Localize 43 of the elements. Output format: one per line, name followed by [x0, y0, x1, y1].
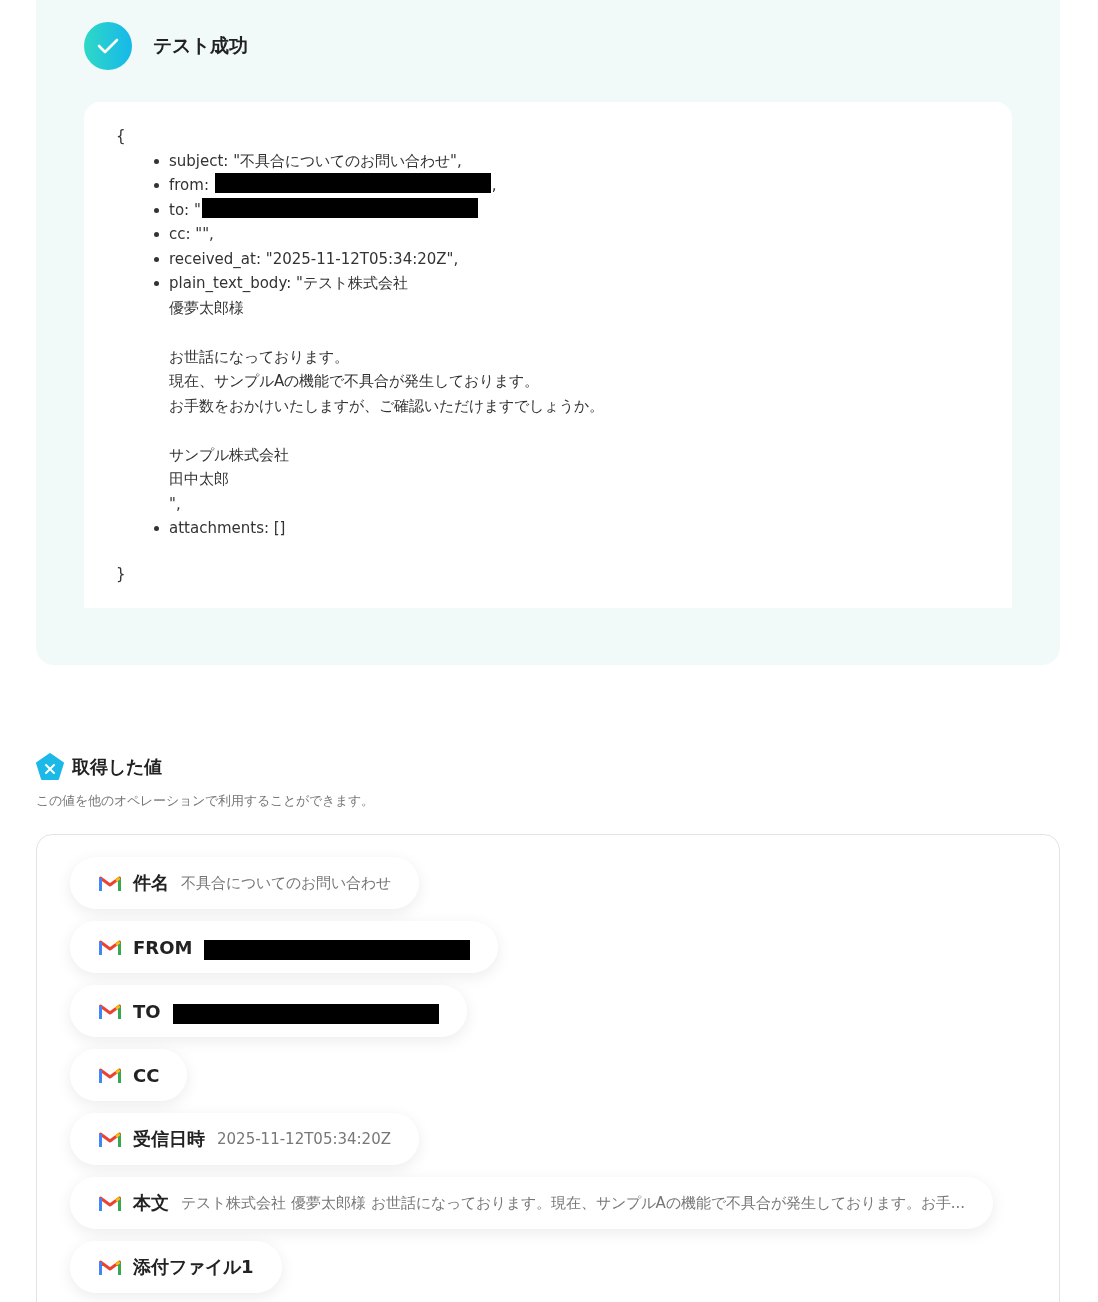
- bullet-icon: [154, 526, 159, 531]
- bullet-icon: [154, 158, 159, 164]
- value-chip[interactable]: 本文 テスト株式会社 優夢太郎様 お世話になっております。現在、サンプルAの機能で不具合が発生しております。お手...: [70, 1177, 994, 1229]
- gmail-icon: [99, 1003, 121, 1019]
- bullet-icon: [154, 256, 159, 262]
- code-line: お世話になっております。: [169, 346, 349, 368]
- gmail-icon: [99, 1067, 121, 1083]
- code-line: received_at: "2025-11-12T05:34:20Z",: [169, 248, 459, 270]
- code-line: 田中太郎: [169, 469, 229, 490]
- value-chip[interactable]: 添付ファイル1: [70, 1241, 282, 1293]
- section-description: この値を他のオペレーションで利用することができます。: [36, 792, 375, 810]
- result-title: テスト成功: [153, 33, 248, 58]
- code-line: {: [116, 126, 127, 147]
- code-line: to: ": [169, 199, 201, 221]
- code-line: attachments: []: [169, 518, 286, 539]
- bullet-icon: [154, 281, 159, 286]
- value-chip[interactable]: 件名 不具合についてのお問い合わせ: [70, 857, 419, 909]
- success-icon: [84, 22, 132, 70]
- variable-icon: [36, 753, 64, 780]
- code-line: お手数をおかけいたしますが、ご確認いただけますでしょうか。: [169, 395, 604, 417]
- code-line: ,: [491, 175, 497, 196]
- code-line: plain_text_body: "テスト株式会社: [169, 273, 408, 294]
- code-line: from:: [169, 175, 210, 196]
- value-chip[interactable]: TO: [70, 985, 467, 1037]
- code-line: cc: "",: [169, 224, 214, 245]
- bullet-icon: [154, 183, 159, 188]
- code-line: }: [116, 563, 127, 585]
- gmail-icon: [99, 1195, 121, 1211]
- section-title: 取得した値: [72, 754, 162, 779]
- code-line: ",: [169, 493, 181, 515]
- bullet-icon: [154, 232, 159, 237]
- value-chip[interactable]: CC: [70, 1049, 188, 1101]
- bullet-icon: [154, 207, 159, 213]
- value-chip[interactable]: FROM: [70, 921, 499, 973]
- gmail-icon: [99, 875, 121, 891]
- code-line: 優夢太郎様: [169, 297, 244, 319]
- value-chip[interactable]: 受信日時 2025-11-12T05:34:20Z: [70, 1113, 419, 1165]
- code-line: サンプル株式会社: [169, 444, 289, 466]
- code-line: subject: "不具合についてのお問い合わせ",: [169, 150, 462, 172]
- gmail-icon: [99, 939, 121, 955]
- gmail-icon: [99, 1131, 121, 1147]
- code-line: 現在、サンプルAの機能で不具合が発生しております。: [169, 371, 540, 392]
- gmail-icon: [99, 1259, 121, 1275]
